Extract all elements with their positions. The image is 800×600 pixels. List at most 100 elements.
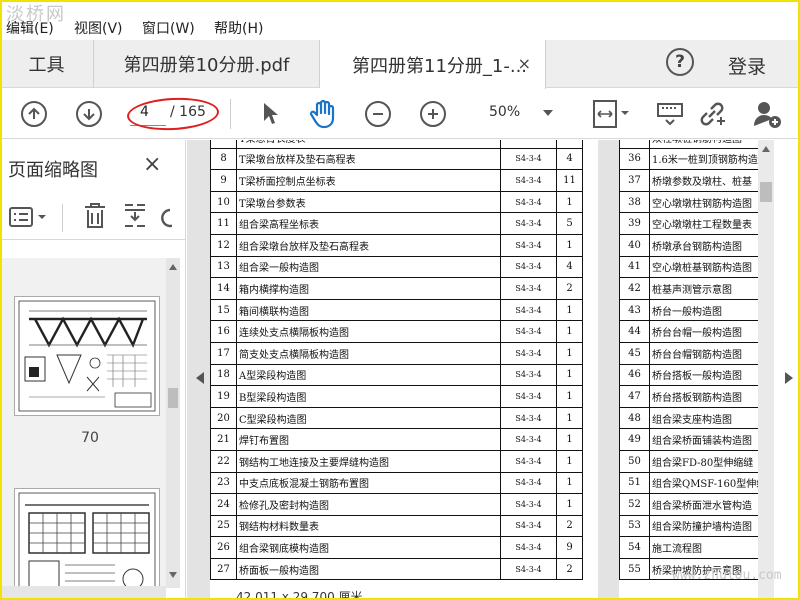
scrollbar-thumb[interactable]	[168, 388, 178, 408]
panel-toolbar	[0, 196, 186, 240]
zoom-in-button[interactable]	[418, 99, 448, 129]
table-row: 42 桩基声测管示意图	[619, 277, 774, 300]
help-icon[interactable]: ?	[666, 48, 694, 76]
table-cell-no	[619, 140, 650, 149]
table-cell-cnt: 1	[556, 428, 583, 451]
table-cell-no: 47	[619, 385, 650, 408]
chevron-down-icon[interactable]	[543, 110, 553, 116]
scroll-down-arrow-icon[interactable]	[169, 572, 177, 578]
table-cell-code: S4-3-4	[500, 147, 557, 171]
table-row: 9 T梁桥面控制点坐标表 S4-3-4 11	[210, 169, 583, 192]
previous-page-arrow-icon[interactable]	[196, 372, 204, 384]
table-row: T梁悬臂长度表S4-3-43	[210, 140, 583, 149]
scroll-up-arrow-icon[interactable]	[762, 146, 770, 152]
tab-document-2[interactable]: 第四册第11分册_1-... ×	[320, 40, 546, 89]
thumbnail-options-button[interactable]	[8, 206, 50, 232]
table-cell-code: S4-3-4	[500, 363, 557, 387]
table-cell-no: 36	[619, 147, 650, 171]
table-row: 12 组合梁墩台放样及垫石高程表 S4-3-4 1	[210, 233, 583, 257]
table-cell-cnt: 2	[556, 557, 583, 581]
list-options-icon	[9, 207, 46, 227]
table-cell-code: S4-3-4	[500, 449, 557, 473]
table-cell-code: S4-3-4	[500, 169, 557, 192]
scroll-up-arrow-icon[interactable]	[169, 264, 177, 270]
menu-help[interactable]: 帮助(H)	[214, 18, 263, 38]
delete-page-button[interactable]	[82, 202, 108, 234]
table-cell-no: 22	[210, 449, 237, 473]
document-scrollbar[interactable]	[758, 140, 774, 600]
thumbnail-page-label: 70	[81, 430, 99, 446]
menu-view[interactable]: 视图(V)	[74, 18, 123, 38]
table-row: 52 组合梁桥面泄水管构造	[619, 493, 774, 516]
zoom-level-select[interactable]: 50%	[489, 104, 520, 120]
next-page-button[interactable]	[74, 99, 104, 129]
table-row: 39 空心墩墩柱工程数量表	[619, 212, 774, 235]
thumbnail-horizontal-scrollbar[interactable]	[0, 586, 166, 600]
table-cell-cnt: 1	[556, 320, 583, 343]
document-view[interactable]: T梁悬臂长度表S4-3-438T梁墩台放样及垫石高程表S4-3-449T梁桥面控…	[187, 140, 800, 600]
menu-window[interactable]: 窗口(W)	[142, 18, 195, 38]
table-cell-name: 钢结构材料数量表	[236, 514, 501, 538]
document-page: T梁悬臂长度表S4-3-438T梁墩台放样及垫石高程表S4-3-449T梁桥面控…	[210, 140, 598, 600]
table-cell-no: 14	[210, 277, 237, 300]
login-button[interactable]: 登录	[728, 52, 766, 79]
table-cell-no: 19	[210, 385, 237, 408]
page-thumbnails-panel: 页面缩略图 × 70	[0, 140, 186, 600]
link-tool-button[interactable]	[697, 99, 727, 129]
thumbnail-scrollbar[interactable]	[166, 258, 180, 588]
table-row: 27 桥面板一般构造图 S4-3-4 2	[210, 557, 583, 581]
table-cell-code: S4-3-4	[500, 406, 557, 430]
table-row: 49 组合梁桥面铺装构造图	[619, 428, 774, 451]
next-page-arrow-icon[interactable]	[785, 372, 793, 384]
table-row: 41 空心墩桩基钢筋构造图	[619, 255, 774, 279]
scrollbar-thumb[interactable]	[760, 182, 772, 202]
table-row: 双柱墩桩钢筋构造图	[619, 140, 774, 149]
page-thumbnail[interactable]	[14, 488, 160, 588]
table-cell-name: T梁墩台参数表	[236, 190, 501, 214]
close-tab-icon[interactable]: ×	[518, 54, 531, 73]
table-cell-code: S4-3-4	[500, 298, 557, 322]
table-cell-cnt: 2	[556, 277, 583, 300]
table-cell-name: 空心墩桩基钢筋构造图	[649, 255, 774, 279]
table-cell-name: 组合梁桥面铺装构造图	[649, 428, 774, 451]
add-user-button[interactable]	[752, 99, 782, 129]
page-thumbnail[interactable]	[14, 296, 160, 416]
table-row: 37 桥墩参数及墩柱、桩基	[619, 169, 774, 192]
previous-page-button[interactable]	[19, 99, 49, 129]
table-cell-no: 46	[619, 363, 650, 387]
hand-tool-button[interactable]	[308, 99, 338, 129]
tab-tools[interactable]: 工具	[0, 40, 94, 88]
close-panel-icon[interactable]: ×	[143, 152, 161, 177]
arrow-up-icon	[21, 101, 47, 127]
fit-page-button[interactable]	[588, 99, 632, 129]
thumbnail-list[interactable]: 70	[0, 258, 180, 588]
table-cell-no: 55	[619, 557, 650, 581]
comment-tool-button[interactable]	[655, 99, 685, 129]
tab-document-1[interactable]: 第四册第10分册.pdf	[94, 40, 320, 88]
table-row: 24 检修孔及密封构造图 S4-3-4 1	[210, 493, 583, 516]
table-cell-code: S4-3-4	[500, 190, 557, 214]
table-row: 26 组合梁钢底模构造图 S4-3-4 9	[210, 536, 583, 559]
table-cell-no: 9	[210, 169, 237, 192]
table-cell-cnt: 1	[556, 493, 583, 516]
drawing-index-table-left: T梁悬臂长度表S4-3-438T梁墩台放样及垫石高程表S4-3-449T梁桥面控…	[210, 140, 583, 581]
table-cell-code: S4-3-4	[500, 277, 557, 300]
rotate-page-button[interactable]	[122, 202, 148, 234]
table-cell-cnt: 1	[556, 298, 583, 322]
table-cell-code: S4-3-4	[500, 536, 557, 559]
table-row: 53 组合梁防撞护墙构造图	[619, 514, 774, 538]
table-cell-code: S4-3-4	[500, 255, 557, 279]
trash-icon	[85, 203, 105, 228]
table-cell-name: 检修孔及密封构造图	[236, 493, 501, 516]
table-cell-no: 38	[619, 190, 650, 214]
table-cell-name: 箱间横联构造图	[236, 298, 501, 322]
table-row: 47 桥台搭板钢筋构造图	[619, 385, 774, 408]
select-tool-button[interactable]	[256, 99, 286, 129]
zoom-out-button[interactable]	[363, 99, 393, 129]
undo-button[interactable]	[160, 204, 172, 230]
table-cell-no: 23	[210, 471, 237, 495]
table-cell-code: S4-3-4	[500, 557, 557, 581]
table-cell-no: 8	[210, 147, 237, 171]
drawing-index-table-right: 双柱墩桩钢筋构造图361.6米一桩到顶钢筋构造37桥墩参数及墩柱、桩基38空心墩…	[619, 140, 774, 581]
table-cell-no: 39	[619, 212, 650, 235]
